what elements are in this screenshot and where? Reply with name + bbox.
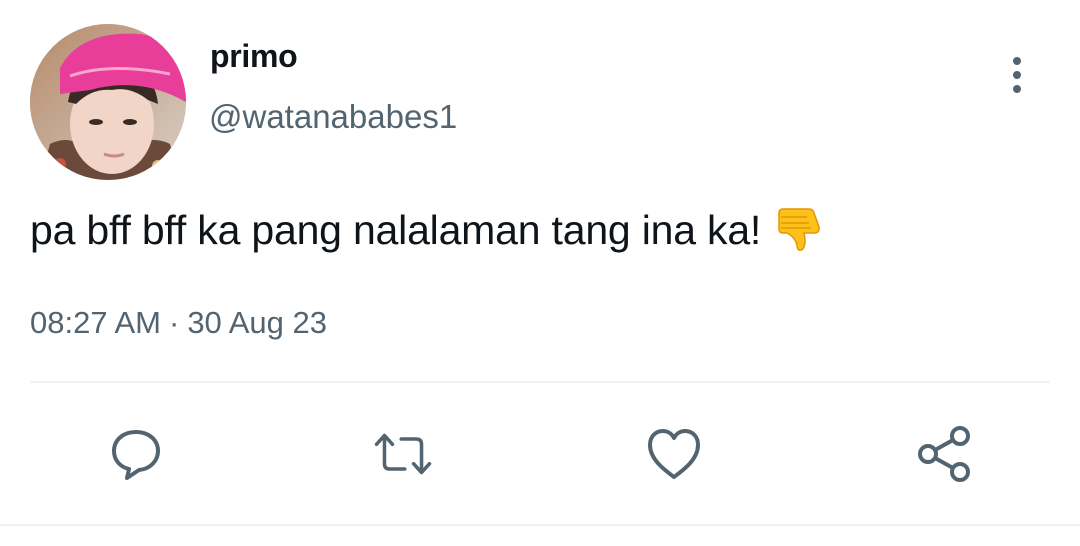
more-options-button[interactable] — [998, 50, 1036, 100]
display-name[interactable]: primo — [210, 38, 298, 75]
bottom-divider — [0, 524, 1080, 526]
tweet-text: pa bff bff ka pang nalalaman tang ina ka… — [30, 203, 827, 257]
retweet-icon — [374, 433, 432, 475]
thumbs-down-emoji — [773, 203, 827, 257]
tweet-timestamp[interactable]: 08:27 AM · 30 Aug 23 — [30, 305, 327, 341]
tweet-card: primo @watanababes1 pa bff bff ka pang n… — [0, 0, 1080, 546]
divider — [30, 381, 1050, 383]
reply-icon — [112, 430, 160, 480]
more-dot-icon — [1013, 71, 1021, 79]
more-dot-icon — [1013, 57, 1021, 65]
avatar-image — [30, 24, 186, 180]
meta-separator: · — [168, 305, 180, 340]
more-dot-icon — [1013, 85, 1021, 93]
share-icon — [918, 426, 970, 482]
tweet-time: 08:27 AM — [30, 305, 161, 340]
tweet-body: pa bff bff ka pang nalalaman tang ina ka… — [30, 206, 762, 253]
like-button[interactable] — [644, 424, 704, 484]
reply-button[interactable] — [106, 424, 166, 484]
like-icon — [648, 429, 700, 479]
username[interactable]: @watanababes1 — [209, 98, 457, 136]
tweet-date: 30 Aug 23 — [187, 305, 327, 340]
retweet-button[interactable] — [373, 424, 433, 484]
avatar[interactable] — [30, 24, 186, 180]
share-button[interactable] — [914, 424, 974, 484]
